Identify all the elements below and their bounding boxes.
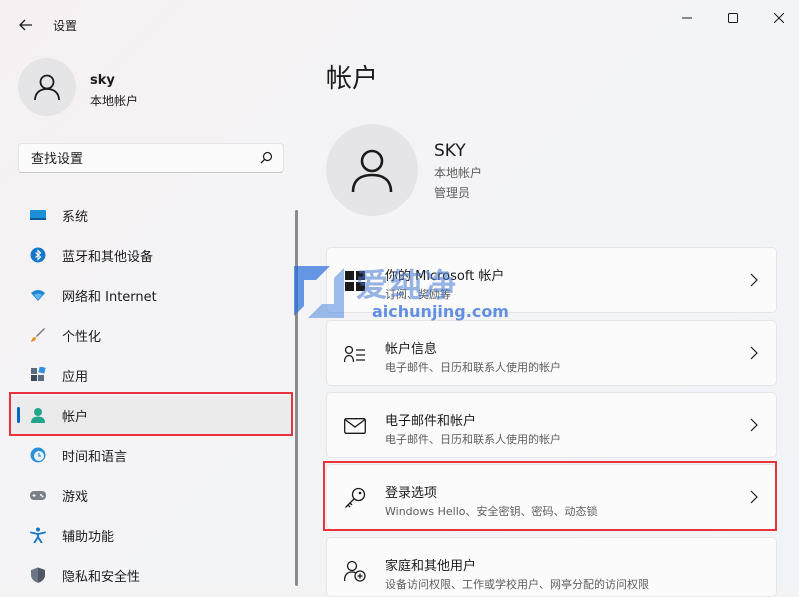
card-sign-in-options[interactable]: 登录选项 Windows Hello、安全密钥、密码、动态锁 [326,464,777,530]
card-title: 登录选项 [385,486,438,501]
sidebar-item-system[interactable]: 系统 [8,196,292,234]
card-email-accounts[interactable]: 电子邮件和帐户 电子邮件、日历和联系人使用的帐户 [326,392,777,458]
avatar[interactable] [18,58,76,116]
account-role: 管理员 [434,186,471,200]
search-box [18,143,284,173]
brush-icon [30,327,46,343]
accessibility-icon [30,527,46,543]
sidebar-item-accounts[interactable]: 帐户 [8,396,292,434]
shield-icon [30,567,46,583]
card-microsoft-account[interactable]: 你的 Microsoft 帐户 订阅、奖励等 [326,247,777,313]
card-title: 帐户信息 [385,342,438,357]
active-indicator [17,407,20,423]
sidebar-item-privacy[interactable]: 隐私和安全性 [8,556,292,594]
minimize-icon [682,17,692,19]
profile-name: sky [90,73,115,88]
minimize-button[interactable] [664,8,710,28]
page-title: 帐户 [326,64,379,94]
sidebar-item-label: 游戏 [62,489,89,505]
account-name: SKY [434,141,466,161]
app-title: 设置 [53,19,78,33]
card-title: 你的 Microsoft 帐户 [385,269,505,284]
account-info-icon [343,342,367,366]
close-icon [774,13,784,23]
globe-clock-icon [30,447,46,463]
card-subtitle: 订阅、奖励等 [385,288,451,301]
profile-type: 本地帐户 [90,94,139,108]
key-icon [343,486,367,510]
gamepad-icon [30,487,46,503]
search-icon[interactable] [260,151,273,164]
chevron-right-icon [750,418,758,432]
sidebar-item-label: 系统 [62,209,89,225]
back-button[interactable] [14,14,38,36]
title-bar: 设置 [0,0,799,48]
sidebar-item-label: 隐私和安全性 [62,569,141,585]
chevron-right-icon [750,490,758,504]
chevron-right-icon [750,273,758,287]
search-input[interactable] [29,149,253,169]
account-avatar[interactable] [326,124,418,216]
sidebar-item-network[interactable]: 网络和 Internet [8,276,292,314]
card-title: 电子邮件和帐户 [385,414,477,429]
back-arrow-icon [19,19,32,31]
microsoft-logo-icon [343,269,367,293]
sidebar-item-time-language[interactable]: 时间和语言 [8,436,292,474]
maximize-icon [728,13,738,23]
settings-window: 设置 sky 本地帐户 系统 蓝牙和其他设备 [0,0,799,597]
card-family-users[interactable]: 家庭和其他用户 设备访问权限、工作或学校用户、网亭分配的访问权限 [326,537,777,597]
sidebar-item-bluetooth[interactable]: 蓝牙和其他设备 [8,236,292,274]
apps-icon [30,367,46,383]
close-button[interactable] [756,8,799,28]
card-subtitle: Windows Hello、安全密钥、密码、动态锁 [385,505,598,518]
sidebar-item-label: 个性化 [62,329,102,345]
bluetooth-icon [30,247,46,263]
sidebar-item-gaming[interactable]: 游戏 [8,476,292,514]
family-icon [343,559,367,583]
sidebar-item-apps[interactable]: 应用 [8,356,292,394]
card-account-info[interactable]: 帐户信息 电子邮件、日历和联系人使用的帐户 [326,320,777,386]
card-subtitle: 电子邮件、日历和联系人使用的帐户 [385,361,561,374]
account-type: 本地帐户 [434,166,483,180]
card-subtitle: 电子邮件、日历和联系人使用的帐户 [385,433,561,446]
monitor-icon [30,207,46,223]
card-title: 家庭和其他用户 [385,559,477,574]
sidebar-item-label: 应用 [62,369,89,385]
sidebar-item-accessibility[interactable]: 辅助功能 [8,516,292,554]
chevron-right-icon [750,346,758,360]
sidebar-item-label: 时间和语言 [62,449,128,465]
sidebar-item-label: 网络和 Internet [62,289,157,305]
sidebar-item-label: 帐户 [62,409,89,425]
sidebar-item-personalization[interactable]: 个性化 [8,316,292,354]
wifi-icon [30,287,46,303]
sidebar-item-label: 辅助功能 [62,529,115,545]
sidebar-item-label: 蓝牙和其他设备 [62,249,154,265]
mail-icon [343,414,367,438]
person-icon [30,407,46,423]
sidebar-scrollbar[interactable] [295,210,298,586]
maximize-button[interactable] [710,8,756,28]
user-icon [351,149,393,193]
card-subtitle: 设备访问权限、工作或学校用户、网亭分配的访问权限 [385,578,649,591]
user-icon [34,74,60,101]
